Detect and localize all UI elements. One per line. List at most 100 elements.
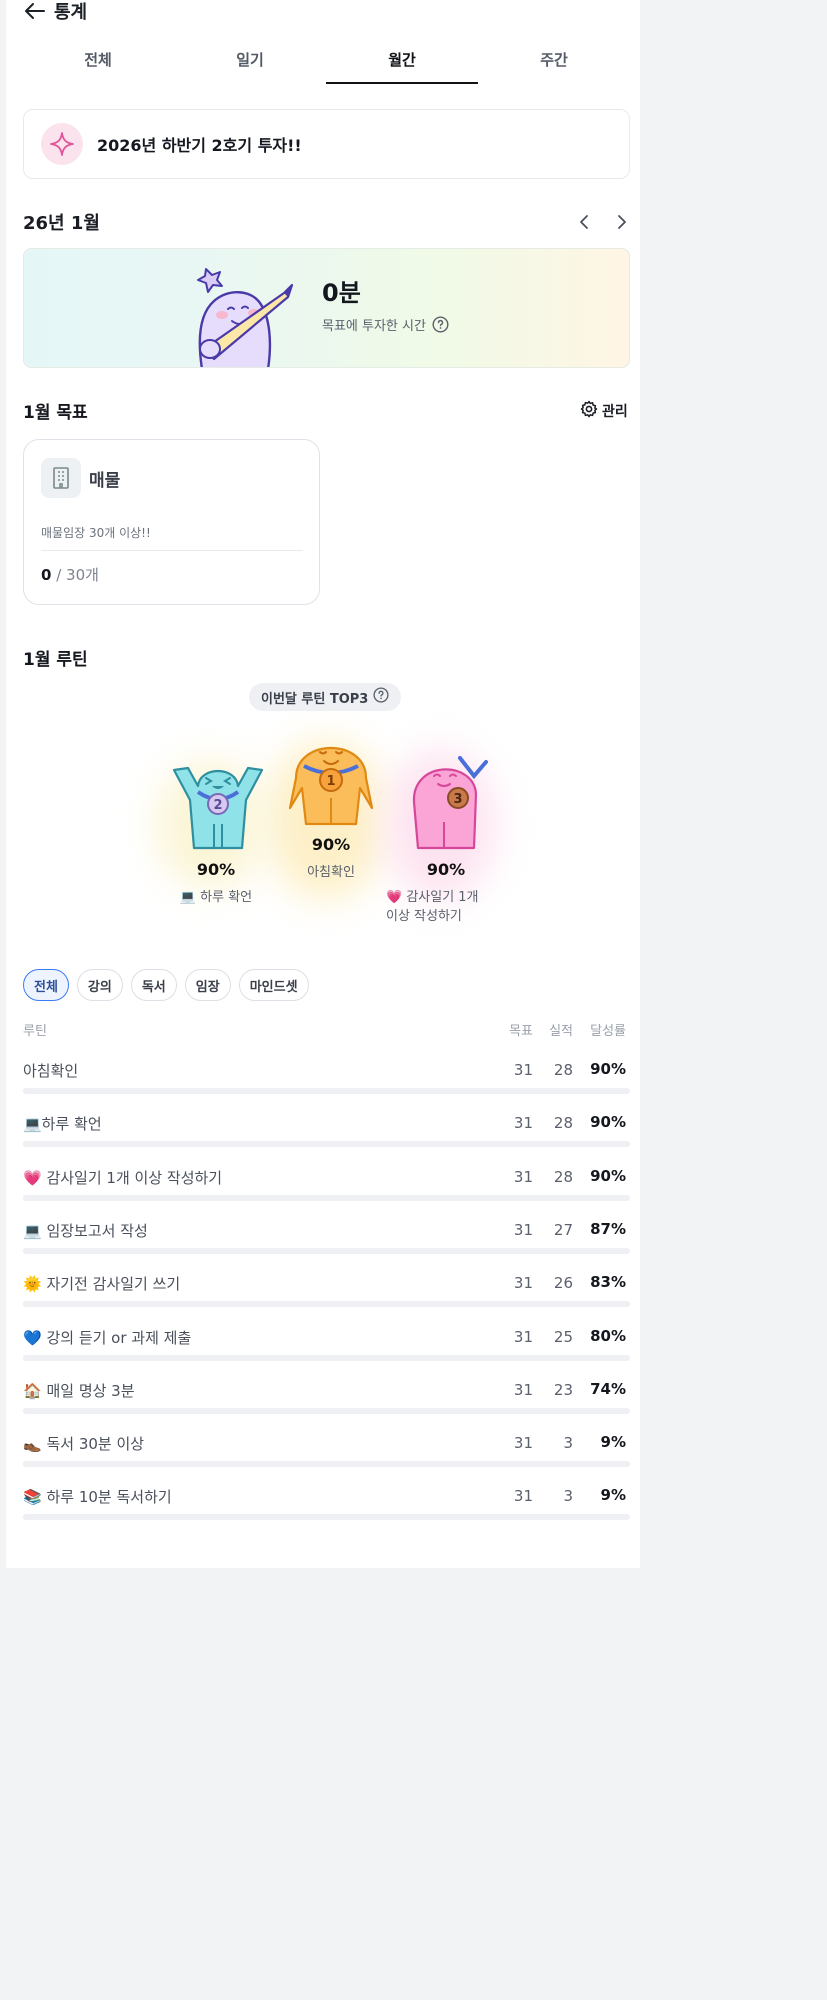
rank-3-name-line1: 💗 감사일기 1개 xyxy=(386,890,479,905)
rank-1-character: 1 xyxy=(286,728,376,828)
invested-time-caption: 목표에 투자한 시간 xyxy=(322,315,449,334)
table-row[interactable]: 🌞 자기전 감사일기 쓰기 31 26 83% xyxy=(23,1267,630,1321)
divider xyxy=(41,550,303,551)
mascot-illustration xyxy=(184,263,294,367)
routine-rate: 9% xyxy=(600,1433,626,1452)
table-row[interactable]: 🏠 매일 명상 3분 31 23 74% xyxy=(23,1374,630,1428)
routine-rate: 90% xyxy=(590,1060,626,1078)
routine-target: 31 xyxy=(513,1220,533,1239)
filter-chip-lecture[interactable]: 강의 xyxy=(76,969,123,1001)
progress-bar xyxy=(23,1247,630,1254)
routine-name: 💗 감사일기 1개 이상 작성하기 xyxy=(23,1168,223,1187)
routine-rate: 80% xyxy=(590,1326,626,1345)
manage-button[interactable]: 관리 xyxy=(580,400,628,422)
progress-bar xyxy=(23,1194,630,1201)
invested-time-card: 0분 목표에 투자한 시간 xyxy=(23,248,630,368)
help-circle-icon[interactable] xyxy=(432,316,449,333)
progress-bar-fill xyxy=(23,1354,509,1361)
routine-table-header: 루틴 목표 실적 달성률 xyxy=(23,1020,630,1040)
routine-name: 👞 독서 30분 이상 xyxy=(23,1435,145,1454)
progress-bar xyxy=(23,1514,630,1521)
chevron-left-icon[interactable] xyxy=(576,213,594,231)
category-filters: 전체 강의 독서 임장 마인드셋 xyxy=(23,969,309,1001)
top3-label-pill[interactable]: 이번달 루틴 TOP3 xyxy=(249,683,402,711)
progress-bar-fill xyxy=(23,1461,78,1468)
table-row[interactable]: 💻하루 확언 31 28 90% xyxy=(23,1107,630,1161)
top3-podium: 2 1 3 90% 💻 하루 확언 90% 아침확인 90% 💗 감사일기 1개… xyxy=(146,720,506,940)
rank-1-name: 아침확인 xyxy=(307,865,355,880)
filter-chip-mindset[interactable]: 마인드셋 xyxy=(238,969,309,1001)
statistics-page: 통계 전체 일기 월간 주간 2026년 하반기 2호기 투자!! 26년 1월 xyxy=(6,0,640,1568)
svg-text:2: 2 xyxy=(213,798,222,813)
routine-rate: 74% xyxy=(590,1379,626,1398)
routine-target: 31 xyxy=(513,1327,533,1346)
routine-target: 31 xyxy=(513,1167,533,1186)
column-header-routine: 루틴 xyxy=(23,1024,47,1039)
routine-actual: 23 xyxy=(553,1380,573,1399)
routine-target: 31 xyxy=(513,1114,533,1133)
routine-rate: 90% xyxy=(590,1166,626,1185)
progress-bar xyxy=(23,1141,630,1148)
routine-actual: 26 xyxy=(553,1274,573,1293)
routine-name: 💙 강의 듣기 or 과제 제출 xyxy=(23,1328,192,1347)
progress-bar-fill xyxy=(23,1301,527,1308)
goal-banner[interactable]: 2026년 하반기 2호기 투자!! xyxy=(23,109,630,179)
table-row[interactable]: 💻 임장보고서 작성 31 27 87% xyxy=(23,1214,630,1268)
manage-label: 관리 xyxy=(602,404,628,420)
top3-label: 이번달 루틴 TOP3 xyxy=(261,691,369,707)
building-icon xyxy=(41,458,81,498)
rank-3-name-line2: 이상 작성하기 xyxy=(386,909,462,924)
routine-actual: 28 xyxy=(553,1114,573,1133)
routine-target: 31 xyxy=(513,1434,533,1453)
progress-bar xyxy=(23,1461,630,1468)
goal-card[interactable]: 매물 매물임장 30개 이상!! 0 / 30개 xyxy=(23,439,320,605)
routine-name: 💻하루 확언 xyxy=(23,1115,102,1134)
svg-text:1: 1 xyxy=(326,774,335,789)
routine-actual: 25 xyxy=(553,1327,573,1346)
table-row[interactable]: 아침확인 31 28 90% xyxy=(23,1054,630,1108)
progress-bar xyxy=(23,1407,630,1414)
table-row[interactable]: 💗 감사일기 1개 이상 작성하기 31 28 90% xyxy=(23,1161,630,1215)
svg-text:3: 3 xyxy=(453,792,462,807)
header: 통계 xyxy=(24,0,88,23)
month-label: 26년 1월 xyxy=(23,213,100,234)
rank-1-percent: 90% xyxy=(311,835,351,854)
progress-bar-fill xyxy=(23,1088,570,1094)
progress-bar-fill xyxy=(23,1514,78,1521)
goal-current-value: 0 xyxy=(41,566,52,584)
rank-3-name: 💗 감사일기 1개 이상 작성하기 xyxy=(386,886,516,924)
invested-time-value: 0분 xyxy=(322,279,361,307)
back-arrow-icon[interactable] xyxy=(24,1,46,21)
goal-name: 매물 xyxy=(89,471,121,491)
table-row[interactable]: 📚 하루 10분 독서하기 31 3 9% xyxy=(23,1480,630,1534)
progress-bar-fill xyxy=(23,1141,570,1148)
tab-all[interactable]: 전체 xyxy=(22,38,174,84)
routine-rate: 9% xyxy=(600,1486,626,1505)
progress-bar-fill xyxy=(23,1247,552,1254)
help-circle-icon xyxy=(373,687,389,707)
filter-chip-reading[interactable]: 독서 xyxy=(130,969,177,1001)
sparkle-icon xyxy=(41,123,83,165)
tab-monthly[interactable]: 월간 xyxy=(326,38,478,84)
tab-diary[interactable]: 일기 xyxy=(174,38,326,84)
routine-rate: 87% xyxy=(590,1219,626,1238)
routine-actual: 3 xyxy=(563,1487,573,1506)
progress-bar-fill xyxy=(23,1194,570,1201)
tab-weekly[interactable]: 주간 xyxy=(478,38,630,84)
chevron-right-icon[interactable] xyxy=(612,213,630,231)
progress-bar-fill xyxy=(23,1407,473,1414)
routine-actual: 27 xyxy=(553,1220,573,1239)
goal-banner-text: 2026년 하반기 2호기 투자!! xyxy=(97,136,302,155)
progress-bar xyxy=(23,1301,630,1308)
table-row[interactable]: 💙 강의 듣기 or 과제 제출 31 25 80% xyxy=(23,1321,630,1375)
filter-chip-all[interactable]: 전체 xyxy=(23,969,69,1001)
routine-name: 📚 하루 10분 독서하기 xyxy=(23,1488,172,1507)
table-row[interactable]: 👞 독서 30분 이상 31 3 9% xyxy=(23,1427,630,1481)
routine-actual: 28 xyxy=(553,1167,573,1186)
filter-chip-site-visit[interactable]: 임장 xyxy=(184,969,231,1001)
tab-bar: 전체 일기 월간 주간 xyxy=(22,38,630,84)
routine-target: 31 xyxy=(513,1380,533,1399)
routine-rate: 90% xyxy=(590,1113,626,1132)
page-title: 통계 xyxy=(54,2,88,23)
routine-rate: 83% xyxy=(590,1273,626,1292)
